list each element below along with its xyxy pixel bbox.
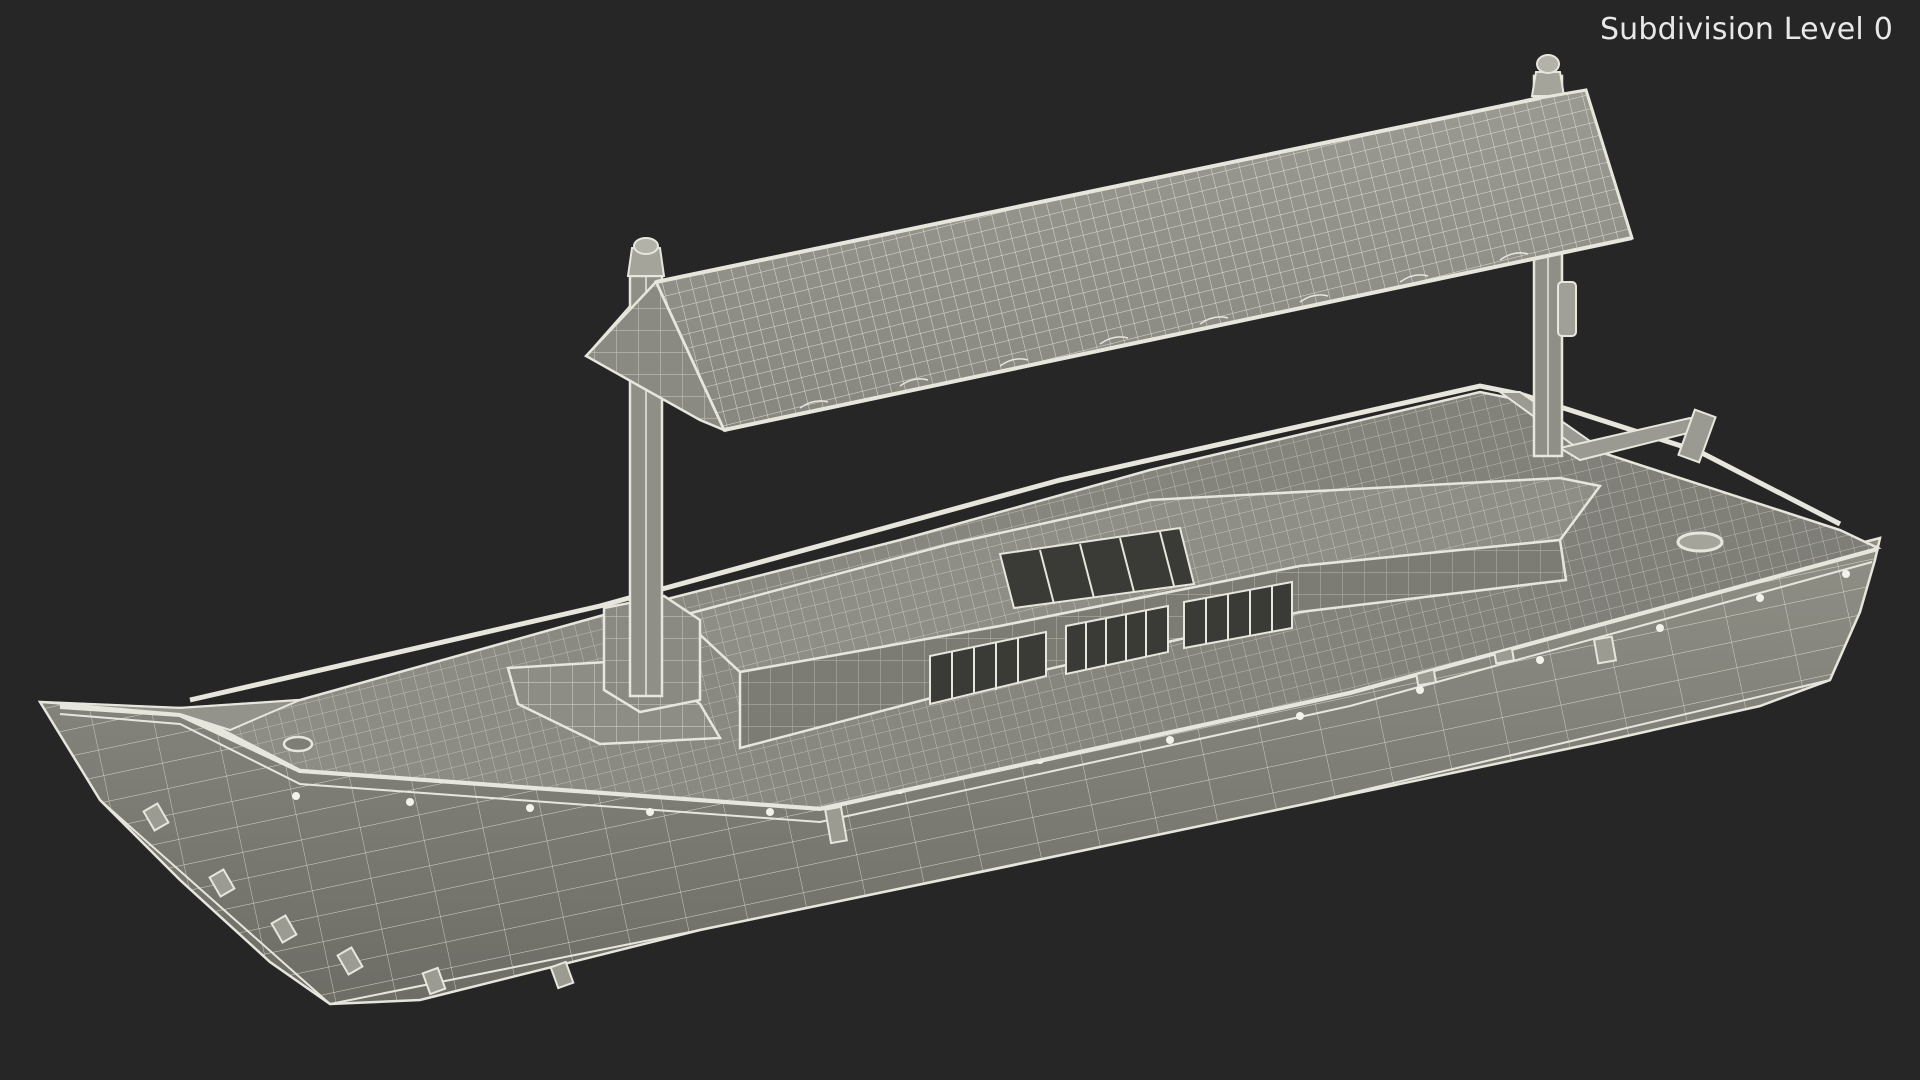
boat-wireframe-render [37, 54, 1882, 1006]
subdivision-level-label: Subdivision Level 0 [1599, 12, 1893, 47]
awning-roof [583, 88, 1634, 433]
viewport: Subdivision Level 0 [0, 0, 1920, 1080]
